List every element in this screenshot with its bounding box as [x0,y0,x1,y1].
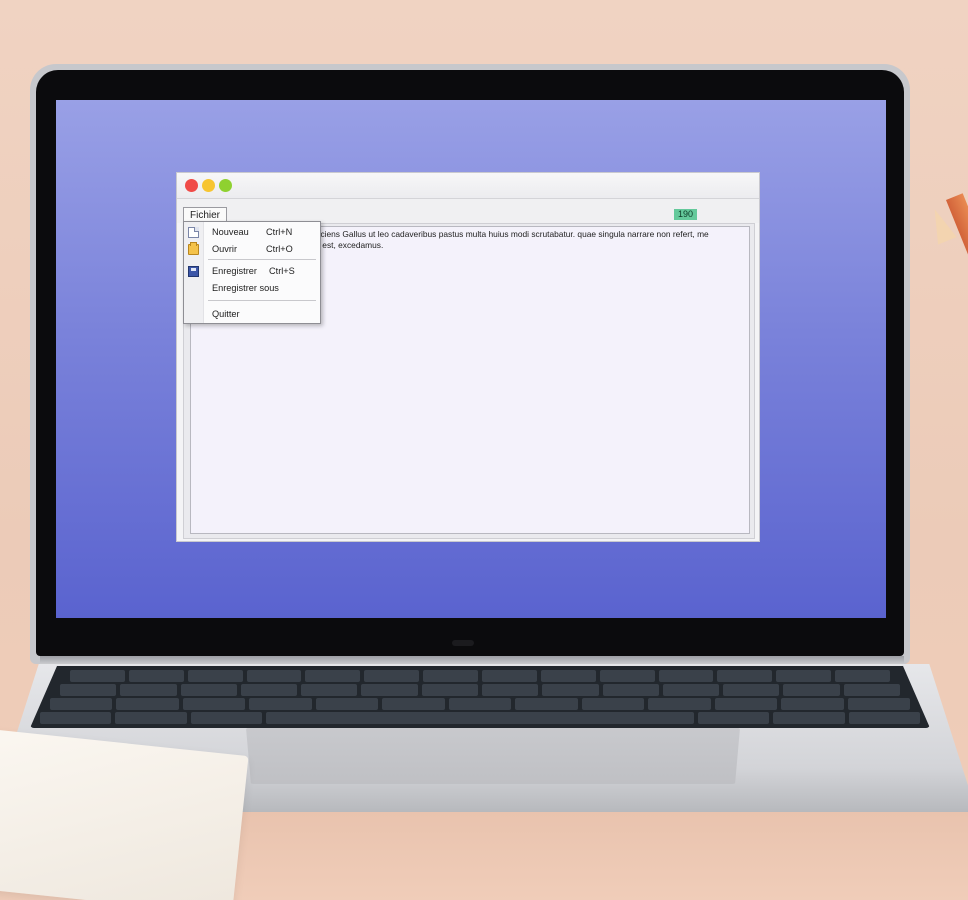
laptop-trackpad [246,728,740,784]
menu-item-enregistrer-sous[interactable]: Enregistrer sous [184,280,320,296]
notebook [0,728,249,900]
menu-item-label: Enregistrer [212,266,257,276]
close-window-button[interactable] [185,179,198,192]
save-disk-icon [188,266,199,277]
laptop-keyboard [30,666,930,728]
menu-item-shortcut: Ctrl+O [266,244,293,254]
menu-item-shortcut: Ctrl+S [269,266,295,276]
minimize-window-button[interactable] [202,179,215,192]
menu-item-shortcut: Ctrl+N [266,227,293,237]
character-counter-badge: 190 [673,209,697,220]
menu-item-quitter[interactable]: Quitter [184,306,320,322]
maximize-window-button[interactable] [219,179,232,192]
menu-separator [208,259,316,260]
new-document-icon [188,227,199,238]
menu-item-ouvrir[interactable]: Ouvrir Ctrl+O [184,241,320,257]
menu-item-label: Nouveau [212,227,249,237]
pencil [946,193,968,340]
open-folder-icon [188,242,199,255]
menu-item-label: Enregistrer sous [212,283,279,293]
laptop-screen: Fichier 190 rociens Gallus ut leo cadave… [56,100,886,618]
menu-item-label: Quitter [212,309,240,319]
menu-separator [208,300,316,301]
text-editor-window: Fichier 190 rociens Gallus ut leo cadave… [176,172,760,542]
menu-item-enregistrer[interactable]: Enregistrer Ctrl+S [184,263,320,279]
camera-notch [452,640,474,646]
menu-item-label: Ouvrir [212,244,238,254]
menu-bar: Fichier 190 [177,199,759,223]
fichier-dropdown-menu: Nouveau Ctrl+N Ouvrir Ctrl+O Enregistrer… [183,221,321,324]
menu-item-nouveau[interactable]: Nouveau Ctrl+N [184,224,320,240]
title-bar [177,173,759,199]
